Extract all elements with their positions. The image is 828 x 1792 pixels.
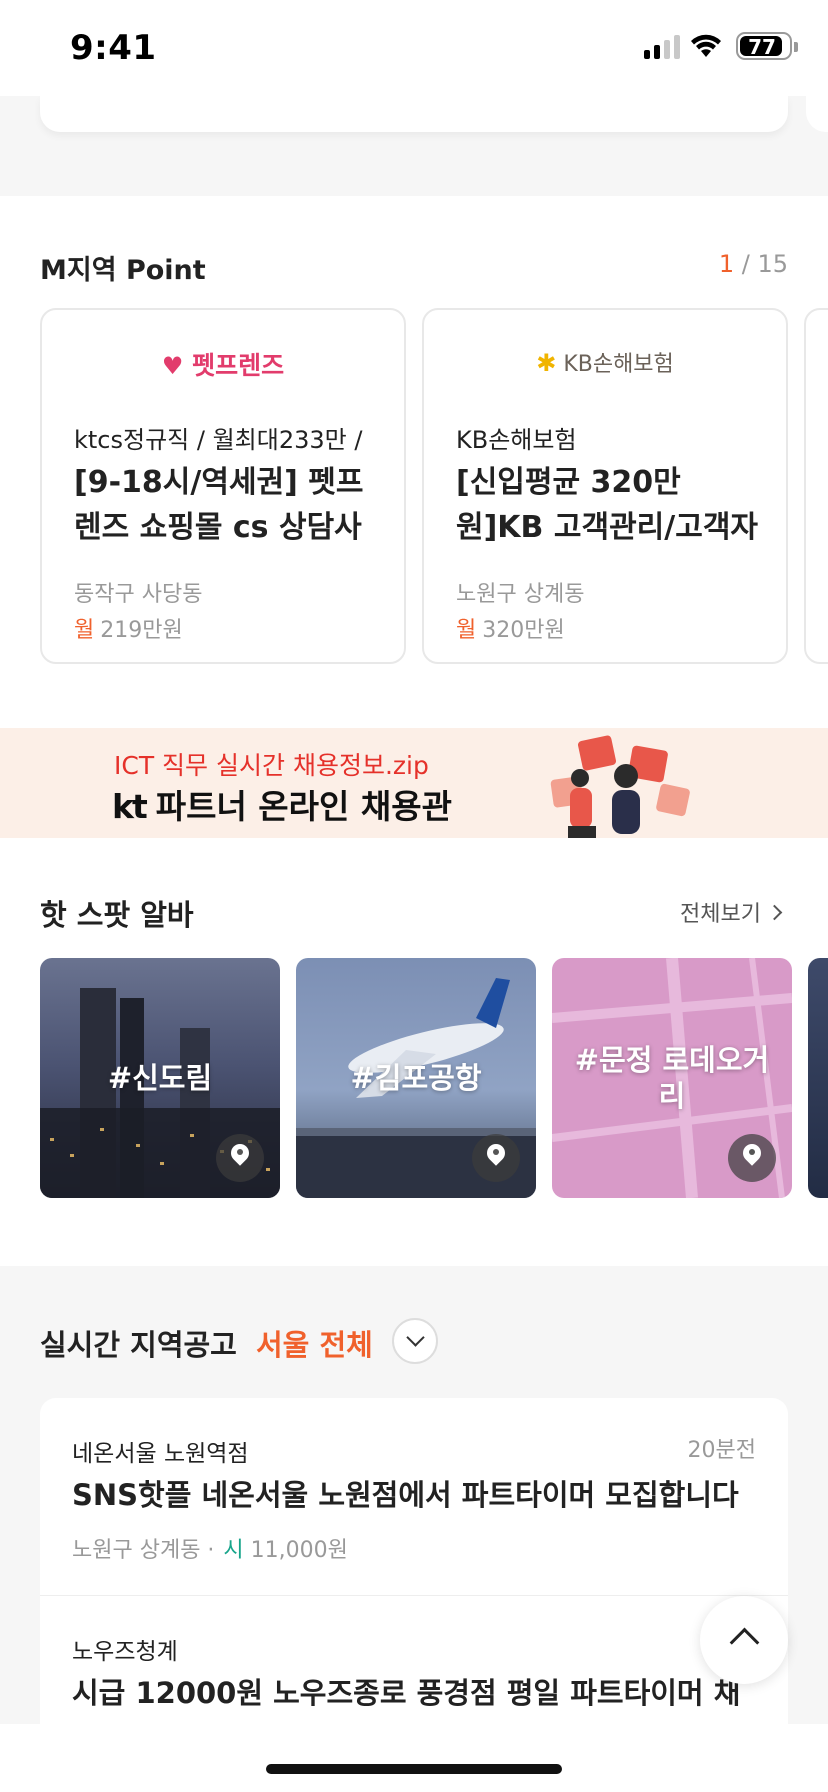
location-pin-icon: [728, 1134, 776, 1182]
wifi-icon: [691, 34, 721, 57]
job-card[interactable]: ♥ 펫프렌즈 ktcs정규직 / 월최대233만 / [9-18시/역세권] 펫…: [40, 308, 406, 664]
job-pay: 월 219만원: [74, 612, 183, 644]
job-location: 노원구 상계동: [456, 582, 585, 607]
pay-unit: 시: [223, 1538, 244, 1563]
cellular-signal-icon: [644, 33, 680, 59]
job-pay: 월 320만원: [456, 612, 565, 644]
status-bar: 9:41 77: [0, 0, 828, 96]
pay-amount: 320만원: [482, 618, 565, 643]
job-title: SNS핫플 네온서울 노원점에서 파트타이머 모집합니다: [72, 1478, 739, 1512]
kt-logo: kt: [112, 787, 148, 826]
status-time: 9:41: [70, 28, 157, 68]
home-indicator[interactable]: [266, 1764, 562, 1774]
previous-card[interactable]: [40, 96, 788, 132]
battery-level: 77: [748, 35, 776, 59]
company-logo-text: KB손해보험: [563, 352, 674, 377]
star-logo-icon: ✱: [536, 349, 557, 377]
company-logo: ✱ KB손해보험: [424, 346, 786, 378]
carousel-pager: 1 / 15: [719, 250, 788, 278]
job-meta: 노원구 상계동 · 시 11,000원: [72, 1538, 348, 1563]
company-logo-text: 펫프렌즈: [192, 351, 285, 380]
next-job-card-peek[interactable]: [804, 308, 828, 664]
location-pin-icon: [472, 1134, 520, 1182]
scroll-to-top-button[interactable]: [700, 1596, 788, 1684]
kt-recruit-banner[interactable]: ICT 직무 실시간 채용정보.zip kt 파트너 온라인 채용관: [0, 728, 828, 838]
app-screen: 9:41 77 M지역 Point 1 / 15 ♥ 펫프렌즈 ktcs정규직 …: [0, 0, 828, 1792]
job-company: ktcs정규직 / 월최대233만 /: [74, 426, 363, 454]
hot-spot-section: 핫 스팟 알바 전체보기 #신도림 #김포공항 #문정 로데오거리: [0, 838, 828, 1266]
next-hot-spot-peek[interactable]: [808, 958, 828, 1198]
posted-time: 20분전: [687, 1438, 756, 1463]
m-region-section: M지역 Point 1 / 15 ♥ 펫프렌즈 ktcs정규직 / 월최대233…: [0, 196, 828, 728]
realtime-title: 실시간 지역공고: [40, 1328, 237, 1362]
banner-title-text: 파트너 온라인 채용관: [155, 787, 452, 826]
pay-amount: 219만원: [100, 618, 183, 643]
banner-illustration: [550, 735, 690, 838]
chevron-right-icon: [766, 904, 783, 920]
list-item[interactable]: 네온서울 노원역점 20분전 SNS핫플 네온서울 노원점에서 파트타이머 모집…: [40, 1398, 788, 1596]
banner-subtitle: ICT 직무 실시간 채용정보.zip: [114, 751, 429, 780]
job-location: 노원구 상계동: [72, 1538, 201, 1563]
pay-amount: 11,000원: [250, 1538, 348, 1563]
status-icons: 77: [644, 32, 798, 60]
company-logo: ♥ 펫프렌즈: [42, 346, 404, 382]
bottom-safe-area: [0, 1724, 828, 1792]
hot-spot-card[interactable]: #김포공항: [296, 958, 536, 1198]
list-item[interactable]: 노우즈청계 2 시급 12000원 노우즈종로 풍경점 평일 파트타이머 채: [40, 1596, 788, 1728]
region-dropdown-button[interactable]: [392, 1318, 438, 1364]
hot-spot-card[interactable]: #문정 로데오거리: [552, 958, 792, 1198]
pay-unit: 월: [456, 618, 477, 643]
see-all-label: 전체보기: [680, 902, 761, 927]
job-company: 네온서울 노원역점: [72, 1441, 249, 1467]
realtime-job-list: 네온서울 노원역점 20분전 SNS핫플 네온서울 노원점에서 파트타이머 모집…: [40, 1398, 788, 1728]
pager-total: / 15: [734, 250, 788, 278]
m-region-title: M지역 Point: [40, 255, 206, 286]
job-title: 시급 12000원 노우즈종로 풍경점 평일 파트타이머 채: [72, 1676, 741, 1710]
hot-spot-title: 핫 스팟 알바: [40, 898, 194, 932]
job-location: 동작구 사당동: [74, 582, 203, 607]
job-card[interactable]: ✱ KB손해보험 KB손해보험 [신입평균 320만원]KB 고객관리/고객자 …: [422, 308, 788, 664]
job-company: 노우즈청계: [72, 1639, 178, 1665]
location-pin-icon: [216, 1134, 264, 1182]
see-all-link[interactable]: 전체보기: [680, 896, 783, 928]
banner-title: kt 파트너 온라인 채용관: [112, 780, 452, 828]
battery-icon: 77: [736, 32, 798, 60]
job-title: [9-18시/역세권] 펫프렌즈 쇼핑몰 cs 상담사: [74, 465, 364, 545]
heart-logo-icon: ♥: [161, 352, 184, 380]
job-company: KB손해보험: [456, 426, 577, 454]
hot-spot-card[interactable]: #신도림: [40, 958, 280, 1198]
pay-unit: 월: [74, 618, 95, 643]
realtime-region[interactable]: 서울 전체: [256, 1322, 373, 1364]
job-title: [신입평균 320만원]KB 고객관리/고객자: [456, 465, 759, 545]
pager-current: 1: [718, 250, 735, 278]
